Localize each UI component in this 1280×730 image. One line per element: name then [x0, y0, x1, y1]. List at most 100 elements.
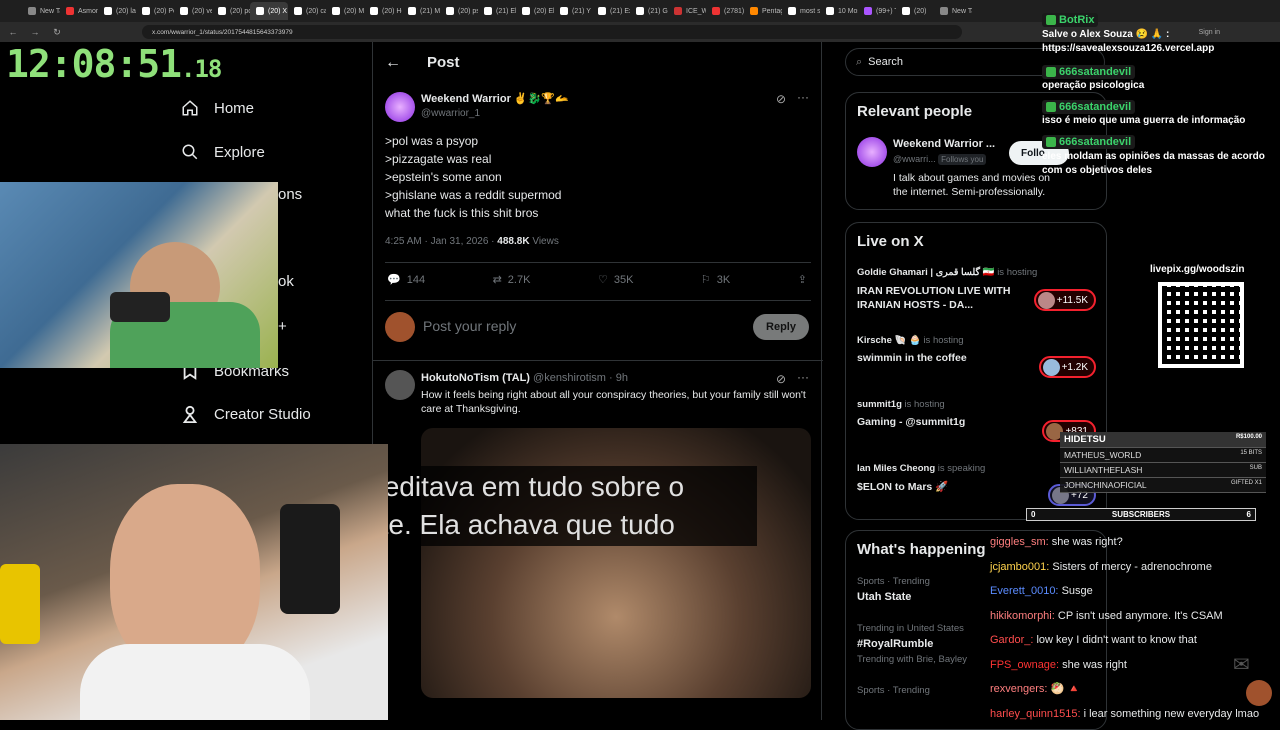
grok-icon[interactable]: ⊘ — [776, 92, 786, 106]
browser-tab[interactable]: Asmongold — [60, 2, 98, 20]
share-icon: ⇪ — [797, 274, 807, 286]
browser-tab[interactable]: (21) Mo — [402, 2, 440, 20]
live-status: is hosting — [904, 399, 945, 410]
browser-tab[interactable]: New Ta — [934, 2, 972, 20]
author-handle[interactable]: @wwarrior_1 — [421, 108, 480, 119]
chat-username: harley_quinn1515: — [990, 707, 1081, 720]
more-options-icon[interactable]: ··· — [797, 90, 809, 104]
reply-author-name[interactable]: HokutoNoTism (TAL) — [421, 372, 530, 384]
account-avatar[interactable] — [1246, 680, 1272, 706]
browser-tab[interactable]: New Tab — [22, 2, 60, 20]
browser-tab[interactable]: (21) Exp — [592, 2, 630, 20]
supporter-value: R$100.00 — [1235, 434, 1262, 440]
trend-item[interactable]: Trending in United States #RoyalRumble T… — [857, 623, 967, 665]
supporter-row: WILLIANTHEFLASH SUB — [1060, 463, 1266, 478]
browser-tab[interactable]: (2781) — [706, 2, 744, 20]
browser-tab[interactable]: (20) Ho — [364, 2, 402, 20]
browser-tab[interactable]: Pentago — [744, 2, 782, 20]
browser-tab[interactable]: (21) Y — [554, 2, 592, 20]
nav-creator-studio[interactable]: Creator Studio — [180, 404, 311, 424]
browser-tab[interactable]: (20) cal — [288, 2, 326, 20]
tab-label: (20) X — [268, 7, 288, 15]
author-emojis: ✌️🐉🏆🫴 — [513, 93, 569, 105]
like-count: 35K — [613, 273, 634, 286]
stream-chat: giggles_sm: she was right? jcjambo001: S… — [990, 530, 1278, 726]
url-input[interactable]: x.com/wwarrior_1/status/2017544815643373… — [142, 25, 962, 39]
nav-notifications-label: ons — [278, 186, 303, 203]
mail-icon[interactable]: ✉ — [1233, 652, 1250, 677]
post-line: >pizzagate was real — [385, 152, 492, 166]
browser-tab[interactable]: (20) la — [98, 2, 136, 20]
tab-favicon-icon — [142, 7, 150, 15]
reply-button[interactable]: Reply — [753, 314, 809, 340]
browser-tab[interactable]: (20) — [896, 2, 934, 20]
stopwatch-overlay: 12:08:51.18 — [6, 42, 222, 86]
reload-icon[interactable]: ↻ — [50, 27, 64, 38]
browser-tab[interactable]: ICE_We — [668, 2, 706, 20]
nav-explore-label: Explore — [214, 143, 265, 161]
reply-input[interactable]: Post your reply — [423, 318, 516, 334]
tab-favicon-icon — [560, 7, 568, 15]
more-options-icon[interactable]: ··· — [797, 370, 809, 384]
post-timestamp[interactable]: 4:25 AM · Jan 31, 2026 · — [385, 236, 497, 247]
browser-tab[interactable]: (20) po — [212, 2, 250, 20]
live-avatar — [1037, 291, 1055, 309]
live-listeners-pill[interactable]: +11.5K — [1033, 289, 1096, 311]
live-avatar — [1042, 358, 1060, 376]
author-name-row[interactable]: Weekend Warrior ✌️🐉🏆🫴 — [421, 92, 569, 105]
share-action[interactable]: ⇪ — [798, 273, 807, 286]
post-header-title: Post — [427, 54, 460, 71]
chat-message-text: CP isn't used anymore. It's CSAM — [1057, 609, 1223, 622]
supporter-name: HIDETSU — [1064, 434, 1106, 445]
post-line: >pol was a psyop — [385, 134, 479, 148]
livepix-url: livepix.gg/woodszin — [1150, 264, 1245, 275]
nav-partial-item-2[interactable]: + — [278, 318, 287, 335]
divider — [373, 360, 823, 361]
search-input[interactable]: Search — [868, 56, 903, 68]
tab-favicon-icon — [750, 7, 758, 15]
live-host: Goldie Ghamari | گلسا قمری 🇮🇷 — [857, 267, 995, 278]
tab-label: (21) Exp — [610, 7, 630, 15]
author-avatar[interactable] — [385, 92, 415, 122]
nav-home[interactable]: Home — [180, 98, 254, 118]
browser-tab[interactable]: (20) Me — [326, 2, 364, 20]
trend-item[interactable]: Sports · Trending Utah State — [857, 576, 930, 603]
live-status: is hosting — [923, 335, 964, 346]
bookmark-action[interactable]: ⚐ 3K — [701, 273, 730, 287]
trend-name: #RoyalRumble — [857, 638, 934, 650]
stopwatch-main: 12:08:51 — [6, 42, 182, 86]
nav-notifications[interactable]: ons — [278, 186, 302, 203]
grok-icon[interactable]: ⊘ — [776, 372, 786, 386]
browser-tab[interactable]: (20) ve — [174, 2, 212, 20]
overlay-chat-message: 666satandevil isso é meio que uma guerra… — [1042, 97, 1272, 126]
browser-tab[interactable]: (20) X — [250, 2, 288, 20]
relevant-name[interactable]: Weekend Warrior ... — [893, 138, 995, 150]
webcam-streamer — [0, 444, 388, 720]
browser-tab[interactable]: (21) Ele — [478, 2, 516, 20]
nav-partial-item[interactable]: ok — [278, 273, 294, 290]
trend-item[interactable]: Sports · Trending — [857, 685, 930, 696]
browser-tab[interactable]: (20) Ele — [516, 2, 554, 20]
tab-favicon-icon — [598, 7, 606, 15]
relevant-avatar[interactable] — [857, 137, 887, 167]
overlay-chat-message: BotRix Salve o Alex Souza 😢 🙏 : https://… — [1042, 10, 1272, 56]
browser-tab[interactable]: most su — [782, 2, 820, 20]
browser-tab[interactable]: (21) Gro — [630, 2, 668, 20]
back-icon[interactable]: ← — [6, 27, 20, 37]
browser-tab[interactable]: (99+) T — [858, 2, 896, 20]
tab-label: (20) psy — [458, 7, 478, 15]
reply-action[interactable]: 💬 144 — [387, 273, 425, 287]
like-action[interactable]: ♡ 35K — [598, 273, 634, 287]
browser-tab[interactable]: (20) Po — [136, 2, 174, 20]
back-arrow-icon[interactable]: ← — [385, 54, 401, 72]
nav-explore[interactable]: Explore — [180, 142, 265, 162]
forward-icon[interactable]: → — [28, 27, 42, 37]
relevant-people-title: Relevant people — [857, 103, 973, 120]
browser-tab[interactable]: 10 Mos — [820, 2, 858, 20]
tab-favicon-icon — [674, 7, 682, 15]
reply-handle[interactable]: @kenshirotism · 9h — [533, 372, 628, 384]
reply-author-avatar[interactable] — [385, 370, 415, 400]
live-listeners-pill[interactable]: +1.2K — [1038, 356, 1096, 378]
repost-action[interactable]: ⇄ 2.7K — [493, 273, 531, 287]
browser-tab[interactable]: (20) psy — [440, 2, 478, 20]
